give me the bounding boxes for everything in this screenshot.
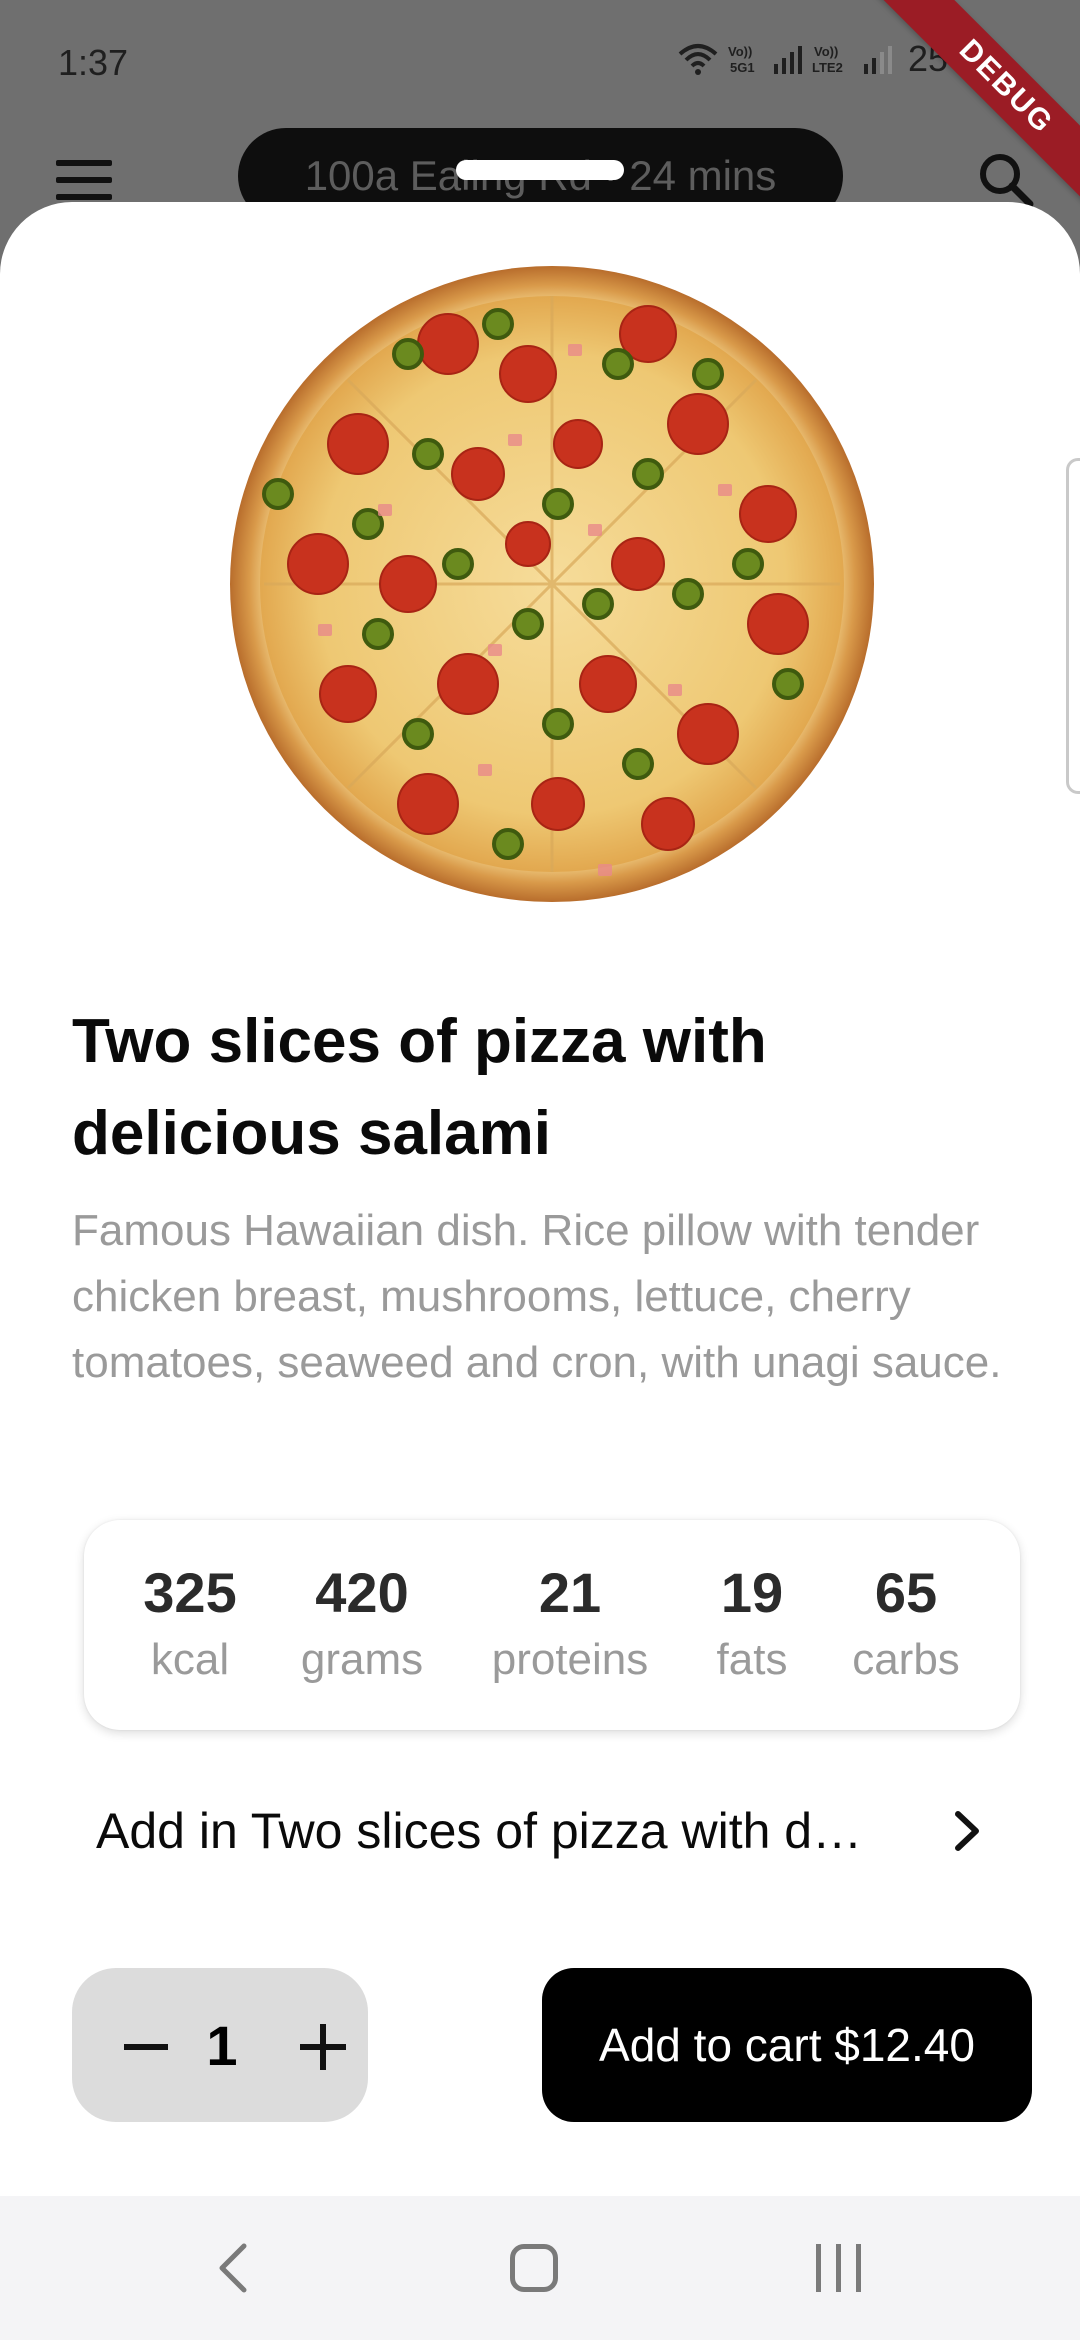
nutrient-unit: grams: [300, 1635, 424, 1684]
plus-icon-vertical: [320, 2024, 326, 2070]
add-in-row[interactable]: Add in Two slices of pizza with d…: [96, 1786, 996, 1876]
pizza-image: [230, 266, 874, 902]
nutrition-card: 325 kcal 420 grams 21 proteins 19 fats 6…: [84, 1520, 1020, 1730]
quantity-stepper: 1: [72, 1968, 368, 2122]
hamburger-menu-icon[interactable]: [56, 160, 112, 204]
decrement-button[interactable]: [72, 1968, 182, 2122]
add-to-cart-button[interactable]: Add to cart $12.40: [542, 1968, 1032, 2122]
back-icon[interactable]: [214, 2242, 254, 2294]
product-description: Famous Hawaiian dish. Rice pillow with t…: [72, 1206, 1002, 1387]
nutrient-proteins: 21 proteins: [492, 1558, 649, 1692]
sheet-drag-handle[interactable]: [456, 160, 624, 180]
nutrient-fats: 19 fats: [717, 1558, 788, 1692]
nutrient-value: 19: [720, 1561, 784, 1624]
nutrient-value: 420: [315, 1561, 409, 1624]
product-title: Two slices of pizza with delicious salam…: [72, 1007, 767, 1168]
svg-text:5G1: 5G1: [730, 60, 755, 75]
volte-5g-icon: Vo)) 5G1: [728, 44, 755, 75]
volte-lte2-icon: Vo)) LTE2: [812, 44, 843, 75]
nutrient-grams: 420 grams: [301, 1558, 423, 1692]
svg-text:Vo)): Vo)): [728, 44, 752, 59]
home-icon[interactable]: [510, 2244, 558, 2292]
svg-text:LTE2: LTE2: [812, 60, 843, 75]
status-time: 1:37: [58, 42, 129, 83]
nutrient-unit: kcal: [150, 1635, 230, 1684]
nutrient-unit: fats: [716, 1635, 788, 1684]
nutrient-unit: proteins: [491, 1635, 649, 1684]
chevron-right-icon: [955, 1811, 979, 1851]
nutrient-value: 21: [538, 1561, 602, 1624]
side-scroll-tab[interactable]: [1066, 458, 1080, 794]
quantity-value: 1: [206, 2014, 238, 2077]
nutrient-kcal: 325 kcal: [143, 1558, 236, 1692]
signal-icon: [773, 46, 802, 74]
product-screen: 1:37 Vo)) 5G1 Vo)) LTE2 DEBUG 100a 24 mi…: [0, 0, 1080, 2340]
nutrient-value: 325: [143, 1561, 237, 1624]
signal-icon-2: [863, 46, 892, 74]
wifi-icon: [678, 44, 718, 75]
system-nav-bar: [0, 2196, 1080, 2340]
minus-icon: [124, 2044, 168, 2050]
nutrient-unit: carbs: [852, 1635, 960, 1684]
add-in-label: Add in Two slices of pizza with d…: [96, 1803, 863, 1859]
nutrient-value: 65: [874, 1561, 938, 1624]
search-icon[interactable]: [976, 150, 1036, 210]
svg-text:Vo)): Vo)): [814, 44, 838, 59]
recents-icon[interactable]: [816, 2244, 864, 2292]
nutrient-carbs: 65 carbs: [852, 1558, 960, 1692]
